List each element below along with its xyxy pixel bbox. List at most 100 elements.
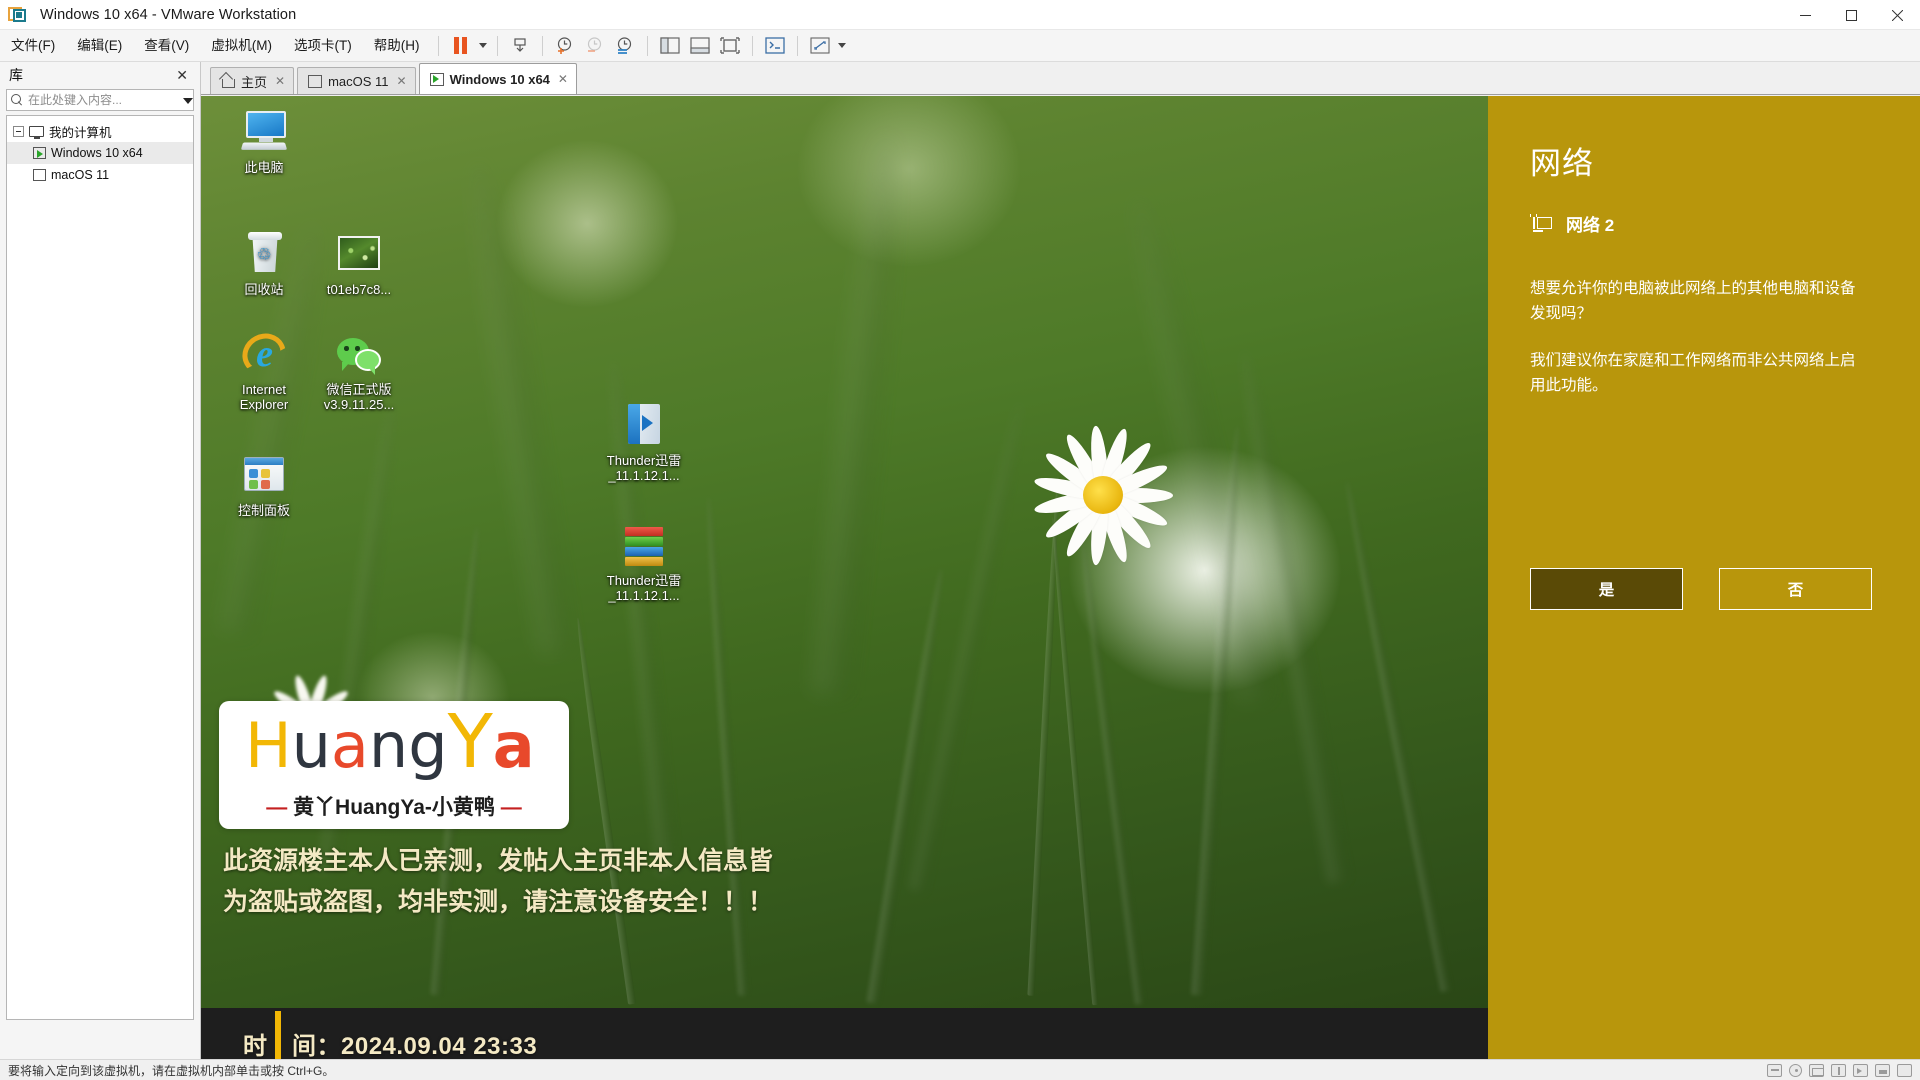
- logo-char-u: u: [291, 709, 331, 782]
- menu-edit[interactable]: 编辑(E): [66, 30, 133, 62]
- desktop-icon-winrar-archive[interactable]: Thunder迅雷 _11.1.12.1...: [596, 521, 692, 603]
- status-device-icons: [1767, 1063, 1912, 1077]
- toolbar-separator: [541, 35, 543, 56]
- cdrom-icon[interactable]: [1789, 1063, 1802, 1077]
- desktop-icon-label: Internet Explorer: [239, 382, 289, 412]
- desktop-icon-label: 回收站: [244, 282, 284, 297]
- watermark-time-value: 2024.09.04 23:33: [341, 1033, 538, 1059]
- recycle-bin-icon: ♲: [240, 230, 288, 278]
- internet-explorer-icon: e: [240, 330, 288, 378]
- vm-running-icon: [429, 72, 444, 86]
- watermark-logo-card: HuangYa — 黄丫HuangYa-小黄鸭 —: [219, 701, 569, 829]
- tree-item-label: macOS 11: [51, 168, 110, 182]
- desktop-icon-control-panel[interactable]: 控制面板: [216, 451, 312, 518]
- terminal-icon: [764, 37, 785, 54]
- show-library-button[interactable]: [655, 33, 685, 59]
- minimize-button[interactable]: [1782, 0, 1828, 30]
- status-bar: 要将输入定向到该虚拟机，请在虚拟机内部单击或按 Ctrl+G。: [0, 1059, 1920, 1080]
- show-console-view-button[interactable]: [715, 33, 745, 59]
- toolbar-separator: [646, 35, 648, 56]
- menu-vm[interactable]: 虚拟机(M): [200, 30, 283, 62]
- desktop-icon-internet-explorer[interactable]: e Internet Explorer: [216, 330, 312, 412]
- library-tree: 我的计算机 Windows 10 x64 macOS 11: [6, 115, 194, 1020]
- vm-icon: [308, 74, 323, 88]
- tab-macos-11[interactable]: macOS 11 ✕: [297, 67, 416, 94]
- suspend-button[interactable]: [446, 33, 476, 59]
- take-snapshot-button[interactable]: [550, 33, 580, 59]
- revert-snapshot-button[interactable]: [580, 33, 610, 59]
- power-on-guest-button[interactable]: [505, 33, 535, 59]
- close-icon[interactable]: ✕: [275, 74, 285, 88]
- watermark-subtitle-text: 黄丫HuangYa-小黄鸭: [293, 796, 495, 819]
- power-dropdown[interactable]: [476, 33, 490, 59]
- library-header: 库 ✕: [0, 62, 200, 87]
- network-icon[interactable]: [1809, 1063, 1824, 1077]
- tab-home[interactable]: 主页 ✕: [210, 67, 295, 94]
- usb-icon[interactable]: [1831, 1063, 1846, 1077]
- desktop-icon-label: Thunder迅雷 _11.1.12.1...: [606, 573, 682, 603]
- sound-icon[interactable]: [1853, 1063, 1868, 1077]
- logo-char-y: Y: [447, 699, 493, 785]
- harddisk-icon[interactable]: [1767, 1063, 1782, 1077]
- desktop-icon-recycle-bin[interactable]: ♲ 回收站: [216, 230, 312, 297]
- library-panel: 库 ✕ 我的计算机 Windows 10 x64 macOS 11: [0, 62, 201, 1062]
- tab-label: 主页: [241, 74, 268, 90]
- logo-char-h: H: [245, 709, 292, 782]
- desktop-icon-label: 控制面板: [237, 503, 290, 518]
- snapshot-revert-icon: [587, 37, 602, 52]
- close-icon[interactable]: ✕: [172, 66, 192, 84]
- no-button[interactable]: 否: [1719, 568, 1872, 610]
- winrar-archive-icon: [620, 521, 668, 569]
- vmware-logo-icon: [8, 5, 28, 25]
- chevron-down-icon[interactable]: [183, 91, 193, 109]
- menu-file[interactable]: 文件(F): [0, 30, 66, 62]
- menu-tabs[interactable]: 选项卡(T): [283, 30, 363, 62]
- menu-view[interactable]: 查看(V): [133, 30, 200, 62]
- maximize-button[interactable]: [1828, 0, 1874, 30]
- fullscreen-dropdown[interactable]: [835, 33, 849, 59]
- close-icon[interactable]: ✕: [397, 74, 407, 88]
- network-discovery-flyout: 网络 网络 2 想要允许你的电脑被此网络上的其他电脑和设备发现吗？ 我们建议你在…: [1488, 96, 1920, 1059]
- tree-item-label: Windows 10 x64: [51, 146, 143, 160]
- search-input[interactable]: [28, 93, 183, 107]
- unity-mode-button[interactable]: [760, 33, 790, 59]
- vm-console[interactable]: 此电脑 ♲ 回收站 t01eb7c8... e Internet Explore…: [201, 96, 1920, 1059]
- display-icon[interactable]: [1897, 1063, 1912, 1077]
- close-icon[interactable]: ✕: [558, 72, 568, 86]
- window-controls: [1782, 0, 1920, 30]
- menu-help[interactable]: 帮助(H): [363, 30, 431, 62]
- library-search[interactable]: [6, 89, 194, 111]
- desktop-icon-label: 此电脑: [244, 160, 284, 175]
- logo-char-g: g: [408, 709, 448, 782]
- desktop-icon-wechat[interactable]: 微信正式版 v3.9.11.25...: [311, 330, 407, 412]
- logo-char-a: a: [330, 709, 369, 782]
- tree-item-macos-11[interactable]: macOS 11: [7, 164, 193, 186]
- desktop-icon-label: Thunder迅雷 _11.1.12.1...: [606, 453, 682, 483]
- printer-icon[interactable]: [1875, 1063, 1890, 1077]
- monitor-icon: [29, 125, 44, 139]
- show-thumbnail-bar-button[interactable]: [685, 33, 715, 59]
- tree-item-my-computer[interactable]: 我的计算机: [7, 120, 193, 142]
- yes-button[interactable]: 是: [1530, 568, 1683, 610]
- flyout-title: 网络: [1530, 146, 1594, 181]
- menu-bar: 文件(F) 编辑(E) 查看(V) 虚拟机(M) 选项卡(T) 帮助(H): [0, 30, 1920, 62]
- close-button[interactable]: [1874, 0, 1920, 30]
- network-adapter-icon: [1530, 213, 1552, 234]
- desktop-icon-label: 微信正式版 v3.9.11.25...: [323, 382, 395, 412]
- flyout-recommendation: 我们建议你在家庭和工作网络而非公共网络上启用此功能。: [1530, 352, 1856, 394]
- fullscreen-button[interactable]: [805, 33, 835, 59]
- desktop-icon-image-file[interactable]: t01eb7c8...: [311, 230, 407, 297]
- tab-windows-10-x64[interactable]: Windows 10 x64 ✕: [418, 63, 577, 94]
- desktop-icon-this-pc[interactable]: 此电脑: [216, 108, 312, 175]
- desktop-icon-thunder-installer[interactable]: Thunder迅雷 _11.1.12.1...: [596, 401, 692, 483]
- tree-item-windows-10-x64[interactable]: Windows 10 x64: [7, 142, 193, 164]
- expander-icon[interactable]: [13, 125, 24, 137]
- wechat-icon: [335, 330, 383, 378]
- watermark-logo-subtitle: — 黄丫HuangYa-小黄鸭 —: [219, 791, 569, 821]
- snapshot-manager-button[interactable]: [610, 33, 640, 59]
- toolbar-separator: [751, 35, 753, 56]
- toolbar-separator: [796, 35, 798, 56]
- flower-decoration: [1021, 425, 1201, 576]
- control-panel-icon: [240, 451, 288, 499]
- vm-icon: [33, 169, 46, 181]
